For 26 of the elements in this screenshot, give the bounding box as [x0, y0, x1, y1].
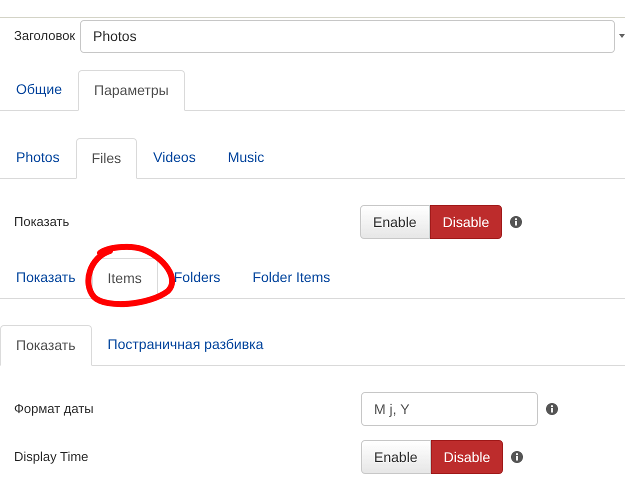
tab[interactable]: Files: [76, 138, 138, 179]
tab[interactable]: Folders: [158, 257, 236, 298]
tab[interactable]: Показать: [0, 325, 92, 366]
toggle-button[interactable]: Enable: [361, 440, 431, 474]
tab[interactable]: Показать: [0, 257, 92, 298]
toggle-button[interactable]: Disable: [430, 205, 502, 239]
tab[interactable]: Videos: [137, 137, 212, 178]
field-label: Display Time: [14, 448, 90, 466]
info-icon: [510, 216, 522, 228]
tab[interactable]: Photos: [0, 137, 76, 178]
field-label: Формат даты: [14, 400, 95, 418]
tab[interactable]: Параметры: [78, 70, 185, 111]
tab[interactable]: Folder Items: [236, 257, 346, 298]
field-label: Заголовок: [14, 27, 76, 46]
tab[interactable]: Постраничная разбивка: [92, 324, 280, 365]
toggle-button[interactable]: Disable: [430, 440, 504, 474]
info-icon: [511, 451, 524, 463]
date-format-field[interactable]: M j, Y: [361, 392, 538, 426]
tab[interactable]: Items: [92, 258, 158, 299]
toggle-button[interactable]: Enable: [360, 205, 430, 239]
caret-icon: [619, 34, 625, 38]
tab[interactable]: Общие: [0, 69, 78, 110]
tab[interactable]: Music: [212, 137, 280, 178]
setting-label: Показать: [14, 213, 70, 232]
info-icon: [546, 403, 558, 415]
title-field[interactable]: Photos: [80, 20, 615, 52]
